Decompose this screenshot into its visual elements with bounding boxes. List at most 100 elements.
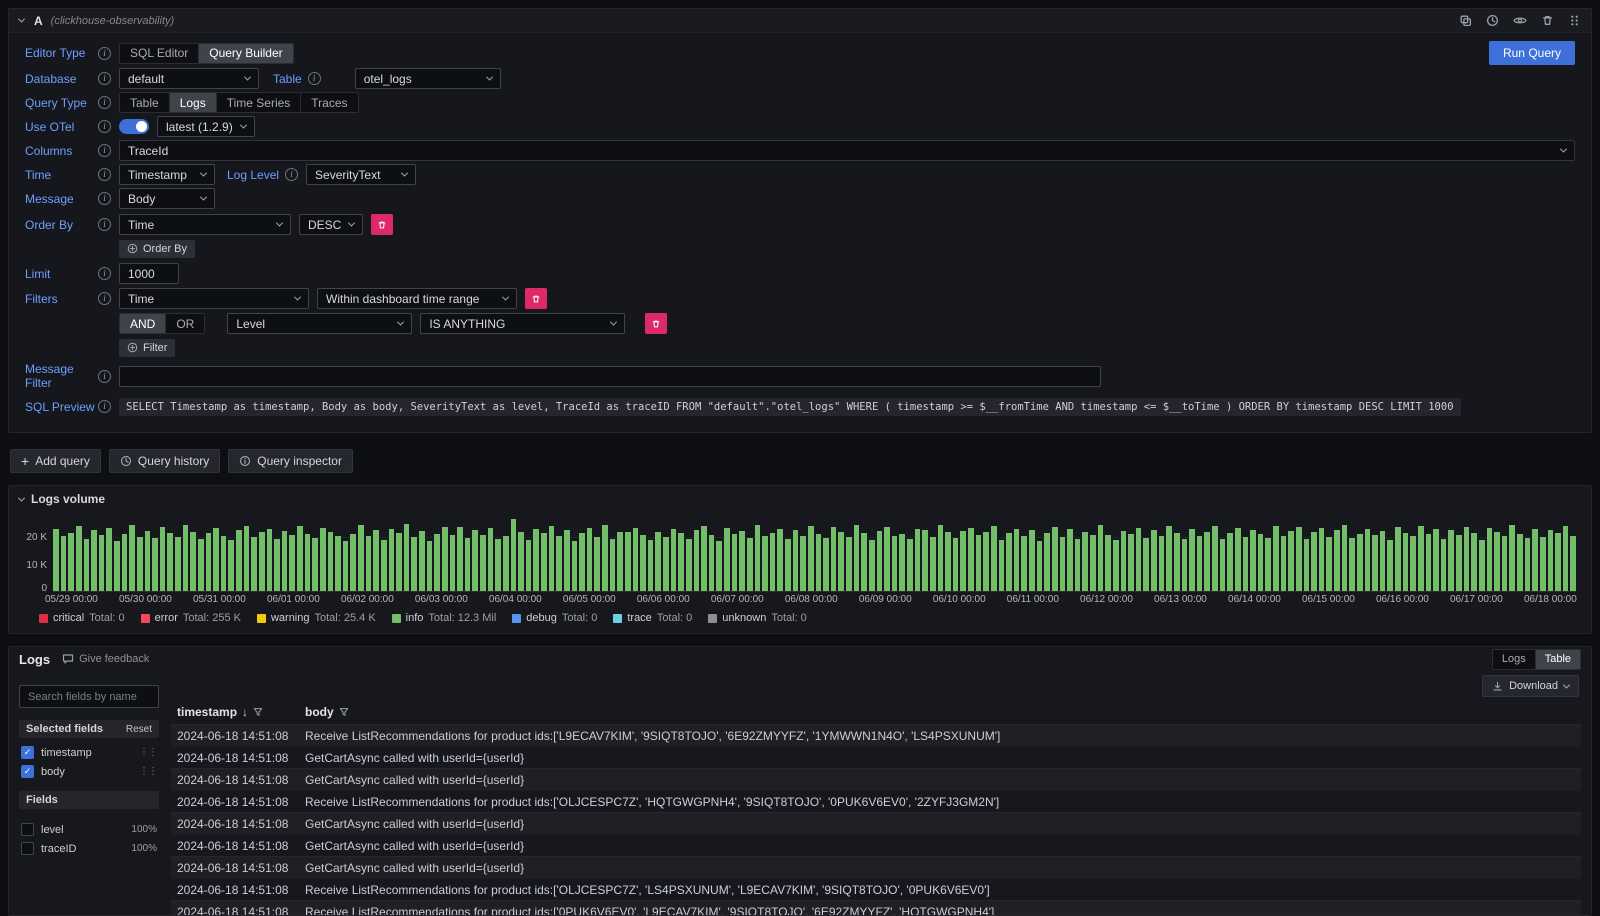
info-icon[interactable]: i <box>98 144 111 157</box>
field-checkbox[interactable]: ✓ <box>21 746 34 759</box>
filter-funnel-icon[interactable] <box>253 707 263 717</box>
legend-item-info[interactable]: infoTotal: 12.3 Mil <box>392 612 497 624</box>
drag-handle-icon[interactable]: ⋮⋮ <box>139 747 157 758</box>
history-icon[interactable] <box>1486 14 1499 27</box>
field-checkbox[interactable] <box>21 823 34 836</box>
chevron-down-icon <box>200 194 207 201</box>
sql-editor-option[interactable]: SQL Editor <box>120 44 199 63</box>
volume-bar <box>1166 526 1172 591</box>
query-builder-option[interactable]: Query Builder <box>199 44 292 63</box>
volume-bar <box>1525 538 1531 591</box>
search-fields-input[interactable] <box>19 685 159 708</box>
give-feedback-link[interactable]: Give feedback <box>62 653 149 665</box>
or-option[interactable]: OR <box>166 314 204 333</box>
volume-bar <box>1304 539 1310 591</box>
info-icon[interactable]: i <box>98 96 111 109</box>
drag-handle-icon[interactable]: ⋮⋮ <box>139 766 157 777</box>
volume-bar <box>99 535 105 591</box>
legend-item-warning[interactable]: warningTotal: 25.4 K <box>257 612 376 624</box>
legend-item-critical[interactable]: criticalTotal: 0 <box>39 612 125 624</box>
volume-bar <box>503 536 509 591</box>
legend-item-unknown[interactable]: unknownTotal: 0 <box>708 612 807 624</box>
tab-table[interactable]: Table <box>120 93 170 112</box>
sort-desc-icon[interactable]: ↓ <box>242 705 248 719</box>
log-level-select[interactable]: SeverityText <box>306 164 416 185</box>
log-table-row: 2024-06-18 14:51:08GetCartAsync called w… <box>171 856 1581 878</box>
legend-item-error[interactable]: errorTotal: 255 K <box>141 612 241 624</box>
info-icon[interactable]: i <box>98 47 111 60</box>
use-otel-toggle[interactable] <box>119 119 149 134</box>
row-level-filter: AND OR Level IS ANYTHING <box>119 313 1575 334</box>
chevron-down-icon <box>200 170 207 177</box>
reset-fields-button[interactable]: Reset <box>126 724 152 735</box>
query-inspector-button[interactable]: Query inspector <box>228 449 353 473</box>
field-checkbox[interactable] <box>21 842 34 855</box>
remove-level-filter-button[interactable] <box>645 313 667 334</box>
info-icon[interactable]: i <box>308 72 321 85</box>
info-icon[interactable]: i <box>98 168 111 181</box>
volume-bar <box>442 527 448 591</box>
add-filter-button[interactable]: Filter <box>119 339 175 357</box>
add-order-by-button[interactable]: Order By <box>119 240 195 258</box>
time-column-select[interactable]: Timestamp <box>119 164 215 185</box>
and-option[interactable]: AND <box>120 314 166 333</box>
tab-traces[interactable]: Traces <box>301 93 357 112</box>
collapse-chevron-icon[interactable] <box>18 494 25 501</box>
message-column-select[interactable]: Body <box>119 188 215 209</box>
add-query-button[interactable]: + Add query <box>10 449 101 473</box>
volume-bar <box>1006 533 1012 591</box>
info-icon[interactable]: i <box>98 292 111 305</box>
info-icon[interactable]: i <box>98 267 111 280</box>
table-select[interactable]: otel_logs <box>355 68 501 89</box>
collapse-chevron-icon[interactable] <box>18 16 25 23</box>
filter-field-select[interactable]: Time <box>119 288 309 309</box>
field-checkbox[interactable]: ✓ <box>21 765 34 778</box>
remove-filter-button[interactable] <box>525 288 547 309</box>
info-icon[interactable]: i <box>285 168 298 181</box>
info-circle-icon <box>239 455 251 467</box>
message-filter-input[interactable] <box>119 366 1101 387</box>
query-history-button[interactable]: Query history <box>109 449 220 473</box>
chevron-down-icon <box>348 220 355 227</box>
info-icon[interactable]: i <box>98 370 111 383</box>
order-direction-select[interactable]: DESC <box>299 214 363 235</box>
duplicate-icon[interactable] <box>1459 14 1472 27</box>
view-logs-option[interactable]: Logs <box>1493 650 1536 669</box>
order-by-field-select[interactable]: Time <box>119 214 291 235</box>
volume-bar <box>892 536 898 591</box>
volume-bar <box>328 532 334 591</box>
level-filter-operator-select[interactable]: IS ANYTHING <box>420 313 625 334</box>
remove-query-trash-icon[interactable] <box>1541 14 1554 27</box>
database-select[interactable]: default <box>119 68 259 89</box>
volume-bar <box>945 532 951 591</box>
limit-input[interactable] <box>119 263 179 284</box>
query-editor-panel: A (clickhouse-observability) Editor Type… <box>8 8 1592 433</box>
volume-bar <box>1380 531 1386 591</box>
filter-funnel-icon[interactable] <box>339 707 349 717</box>
info-icon[interactable]: i <box>98 120 111 133</box>
info-icon[interactable]: i <box>98 218 111 231</box>
info-icon[interactable]: i <box>98 192 111 205</box>
tab-logs[interactable]: Logs <box>170 93 217 112</box>
otel-version-select[interactable]: latest (1.2.9) <box>157 116 255 137</box>
run-query-button[interactable]: Run Query <box>1489 41 1575 65</box>
row-sql-preview: SQL Preview i SELECT Timestamp as timest… <box>25 396 1575 417</box>
legend-item-trace[interactable]: traceTotal: 0 <box>613 612 692 624</box>
tab-time-series[interactable]: Time Series <box>217 93 302 112</box>
level-filter-field-select[interactable]: Level <box>227 313 412 334</box>
volume-bar <box>1227 533 1233 591</box>
volume-bar <box>663 537 669 591</box>
volume-bar <box>91 530 97 591</box>
x-axis-label: 06/01 00:00 <box>267 594 320 605</box>
info-icon[interactable]: i <box>98 72 111 85</box>
filter-operator-select[interactable]: Within dashboard time range <box>317 288 517 309</box>
legend-item-debug[interactable]: debugTotal: 0 <box>512 612 597 624</box>
timestamp-cell: 2024-06-18 14:51:08 <box>171 861 299 875</box>
view-table-option[interactable]: Table <box>1536 650 1580 669</box>
info-icon[interactable]: i <box>98 400 111 413</box>
hide-response-eye-icon[interactable] <box>1513 14 1527 27</box>
download-button[interactable]: Download <box>1482 675 1579 697</box>
drag-handle-icon[interactable] <box>1568 14 1581 27</box>
columns-multiselect[interactable]: TraceId <box>119 140 1575 161</box>
remove-order-by-button[interactable] <box>371 214 393 235</box>
